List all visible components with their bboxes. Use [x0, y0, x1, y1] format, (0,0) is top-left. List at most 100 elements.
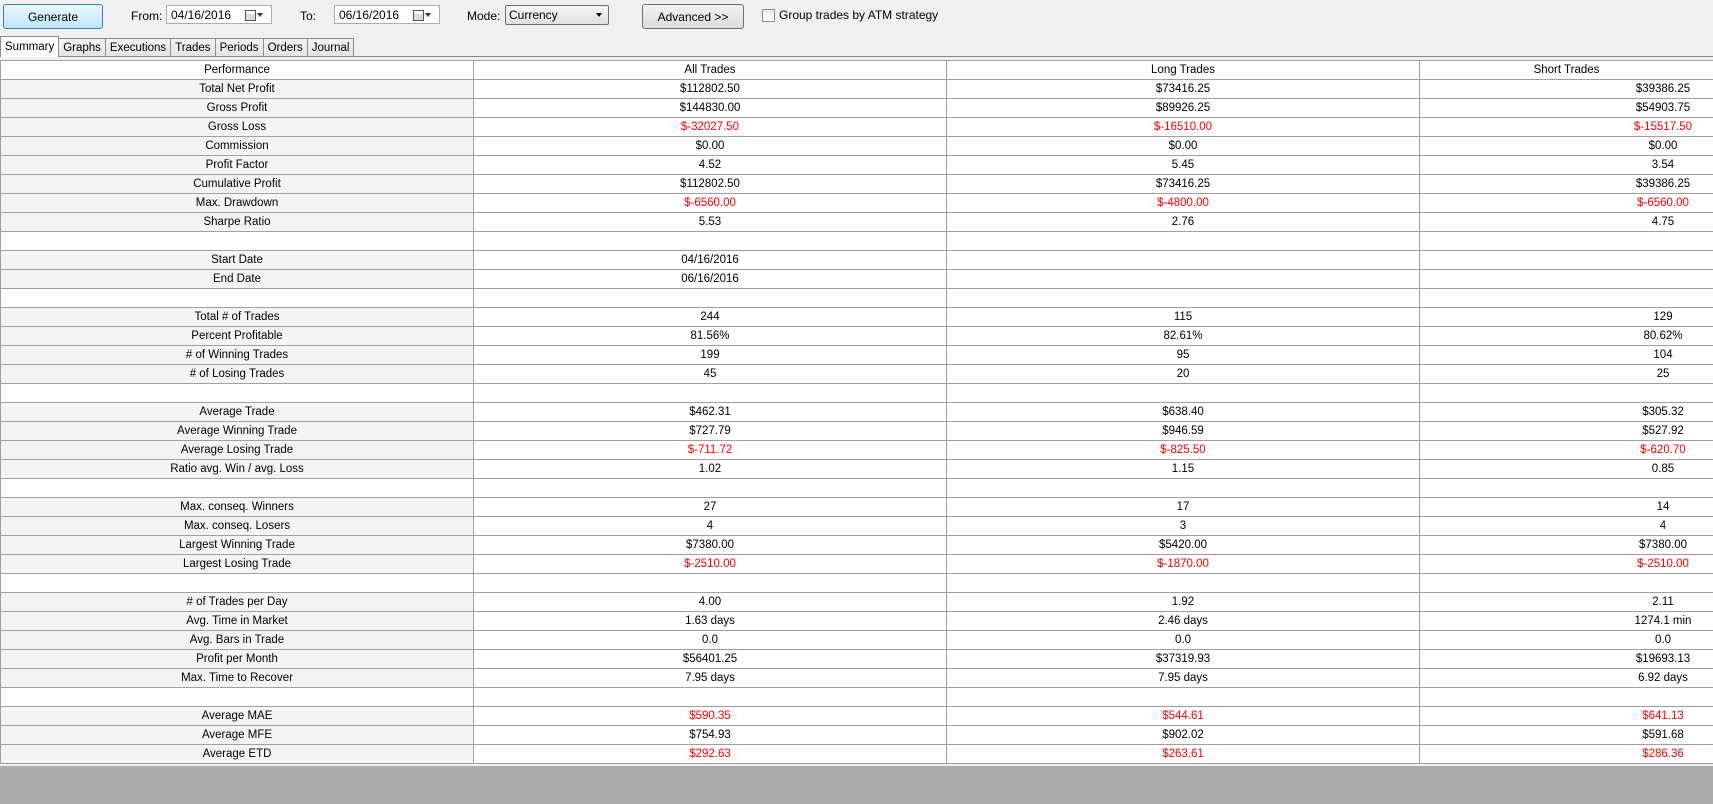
- row-label: Profit per Month: [0, 649, 474, 669]
- table-row[interactable]: Average MAE $590.35 $544.61 $641.13: [0, 706, 1713, 726]
- table-row[interactable]: Average MFE $754.93 $902.02 $591.68: [0, 725, 1713, 745]
- table-row[interactable]: Average Trade $462.31 $638.40 $305.32: [0, 402, 1713, 422]
- table-cell: 0.0: [946, 630, 1420, 650]
- row-label: Average Losing Trade: [0, 440, 474, 460]
- table-cell: $-6560.00: [1419, 193, 1713, 213]
- table-row[interactable]: [0, 231, 1713, 251]
- table-cell: [946, 573, 1420, 593]
- table-row[interactable]: Largest Losing Trade $-2510.00 $-1870.00 $-…: [0, 554, 1713, 574]
- table-cell: $-15517.50: [1419, 117, 1713, 137]
- table-row[interactable]: [0, 573, 1713, 593]
- table-cell: 3: [946, 516, 1420, 536]
- table-row[interactable]: Avg. Time in Market 1.63 days 2.46 days 127…: [0, 611, 1713, 631]
- table-cell: [1419, 383, 1713, 403]
- table-cell: $263.61: [946, 744, 1420, 764]
- row-label: Largest Losing Trade: [0, 554, 474, 574]
- tab-journal[interactable]: Journal: [306, 38, 355, 57]
- table-row[interactable]: [0, 383, 1713, 403]
- table-cell: $0.00: [946, 136, 1420, 156]
- table-cell: 20: [946, 364, 1420, 384]
- table-cell: $54903.75: [1419, 98, 1713, 118]
- table-row[interactable]: Max. conseq. Losers 4 3 4: [0, 516, 1713, 536]
- table-row[interactable]: Total # of Trades 244 115 129: [0, 307, 1713, 327]
- table-cell: 5.45: [946, 155, 1420, 175]
- table-cell: [473, 288, 947, 308]
- empty-area: [0, 766, 1713, 804]
- group-atm-checkbox[interactable]: [762, 8, 775, 22]
- table-row[interactable]: Average Losing Trade $-711.72 $-825.50 $-62…: [0, 440, 1713, 460]
- group-atm-option[interactable]: Group trades by ATM strategy: [762, 8, 938, 22]
- table-cell: [1419, 478, 1713, 498]
- table-row[interactable]: Largest Winning Trade $7380.00 $5420.00 $73…: [0, 535, 1713, 555]
- row-label: Max. conseq. Losers: [0, 516, 474, 536]
- row-label: [0, 687, 474, 707]
- calendar-dropdown-icon[interactable]: [245, 8, 267, 22]
- to-date-picker[interactable]: 06/16/2016: [334, 5, 440, 24]
- from-date-picker[interactable]: 04/16/2016: [166, 5, 272, 24]
- table-cell: [946, 250, 1420, 270]
- table-cell: 4.00: [473, 592, 947, 612]
- table-cell: 7.95 days: [946, 668, 1420, 688]
- table-row[interactable]: Ratio avg. Win / avg. Loss 1.02 1.15 0.85: [0, 459, 1713, 479]
- table-row[interactable]: Cumulative Profit $112802.50 $73416.25 $393…: [0, 174, 1713, 194]
- performance-table: Performance All Trades Long Trades Short…: [0, 60, 1713, 764]
- table-row[interactable]: Max. conseq. Winners 27 17 14: [0, 497, 1713, 517]
- tab-summary[interactable]: Summary: [0, 36, 60, 57]
- table-row[interactable]: [0, 478, 1713, 498]
- table-cell: $727.79: [473, 421, 947, 441]
- table-cell: $-825.50: [946, 440, 1420, 460]
- row-label: Sharpe Ratio: [0, 212, 474, 232]
- table-row[interactable]: Percent Profitable 81.56% 82.61% 80.62%: [0, 326, 1713, 346]
- table-row[interactable]: [0, 288, 1713, 308]
- table-row[interactable]: Average ETD $292.63 $263.61 $286.36: [0, 744, 1713, 764]
- table-row[interactable]: Start Date 04/16/2016: [0, 250, 1713, 270]
- table-cell: $112802.50: [473, 174, 947, 194]
- table-row[interactable]: # of Trades per Day 4.00 1.92 2.11: [0, 592, 1713, 612]
- row-label: # of Trades per Day: [0, 592, 474, 612]
- row-label: Percent Profitable: [0, 326, 474, 346]
- table-row[interactable]: [0, 687, 1713, 707]
- row-label: Profit Factor: [0, 155, 474, 175]
- table-row[interactable]: # of Losing Trades 45 20 25: [0, 364, 1713, 384]
- table-cell: $73416.25: [946, 79, 1420, 99]
- table-cell: $590.35: [473, 706, 947, 726]
- table-cell: 82.61%: [946, 326, 1420, 346]
- table-row[interactable]: Max. Time to Recover 7.95 days 7.95 days 6.…: [0, 668, 1713, 688]
- table-cell: 45: [473, 364, 947, 384]
- table-row[interactable]: Profit per Month $56401.25 $37319.93 $19693…: [0, 649, 1713, 669]
- table-row[interactable]: Gross Loss $-32027.50 $-16510.00 $-15517.50: [0, 117, 1713, 137]
- table-row[interactable]: Total Net Profit $112802.50 $73416.25 $3938…: [0, 79, 1713, 99]
- generate-button[interactable]: Generate: [3, 4, 103, 29]
- table-cell: $0.00: [473, 136, 947, 156]
- table-row[interactable]: Gross Profit $144830.00 $89926.25 $54903.75: [0, 98, 1713, 118]
- row-label: Cumulative Profit: [0, 174, 474, 194]
- table-row[interactable]: Commission $0.00 $0.00 $0.00: [0, 136, 1713, 156]
- tab-executions[interactable]: Executions: [104, 38, 172, 57]
- table-header-row: Performance All Trades Long Trades Short…: [0, 60, 1713, 80]
- table-cell: 4.75: [1419, 212, 1713, 232]
- tab-orders[interactable]: Orders: [262, 38, 308, 57]
- table-row[interactable]: # of Winning Trades 199 95 104: [0, 345, 1713, 365]
- row-label: End Date: [0, 269, 474, 289]
- table-row[interactable]: Max. Drawdown $-6560.00 $-4800.00 $-6560.00: [0, 193, 1713, 213]
- row-label: [0, 383, 474, 403]
- table-cell: $-32027.50: [473, 117, 947, 137]
- calendar-dropdown-icon[interactable]: [413, 8, 435, 22]
- table-row[interactable]: Sharpe Ratio 5.53 2.76 4.75: [0, 212, 1713, 232]
- tab-periods[interactable]: Periods: [214, 38, 264, 57]
- group-atm-label: Group trades by ATM strategy: [779, 8, 939, 22]
- table-cell: 25: [1419, 364, 1713, 384]
- table-row[interactable]: Avg. Bars in Trade 0.0 0.0 0.0: [0, 630, 1713, 650]
- tab-graphs[interactable]: Graphs: [58, 38, 106, 57]
- mode-select[interactable]: Currency: [505, 5, 609, 25]
- advanced-button[interactable]: Advanced >>: [642, 4, 744, 29]
- tab-trades[interactable]: Trades: [170, 38, 216, 57]
- table-row[interactable]: Profit Factor 4.52 5.45 3.54: [0, 155, 1713, 175]
- table-row[interactable]: Average Winning Trade $727.79 $946.59 $527.…: [0, 421, 1713, 441]
- chevron-down-icon: [596, 13, 602, 17]
- table-row[interactable]: End Date 06/16/2016: [0, 269, 1713, 289]
- table-cell: 3.54: [1419, 155, 1713, 175]
- table-cell: 104: [1419, 345, 1713, 365]
- table-cell: 4: [1419, 516, 1713, 536]
- table-cell: [946, 269, 1420, 289]
